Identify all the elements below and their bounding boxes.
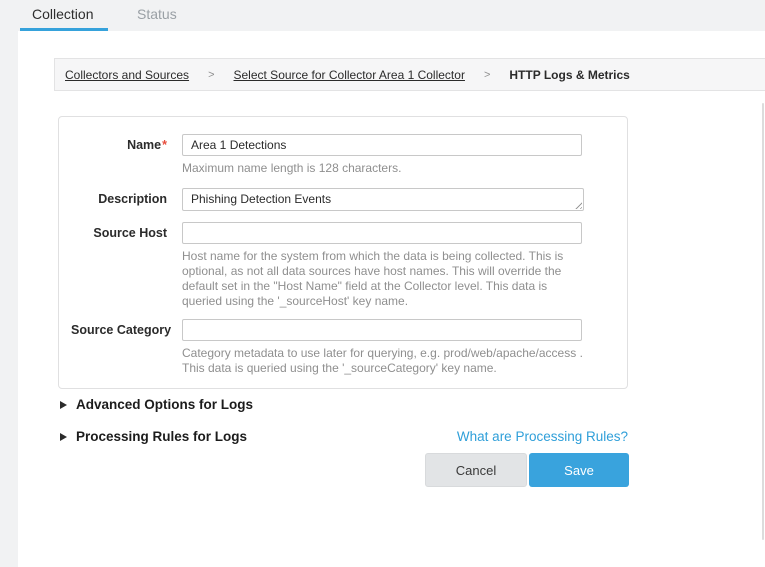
breadcrumb-collectors-and-sources[interactable]: Collectors and Sources [65,68,189,82]
processing-rules-title: Processing Rules for Logs [76,429,247,444]
breadcrumb-separator: > [208,69,214,81]
vertical-scrollbar[interactable] [762,103,764,540]
description-field-column: Phishing Detection Events [182,188,584,211]
chevron-right-icon [60,401,67,409]
name-label-text: Name [127,138,161,152]
advanced-options-section-toggle[interactable]: Advanced Options for Logs [60,397,253,412]
source-category-label: Source Category [71,319,167,376]
description-label: Description [71,188,167,211]
description-textarea[interactable]: Phishing Detection Events [182,188,584,211]
source-config-page: Collection Status Collectors and Sources… [0,0,765,567]
description-row: Description Phishing Detection Events [71,188,627,211]
description-textarea-wrap: Phishing Detection Events [182,188,584,211]
source-host-row: Source Host Host name for the system fro… [71,222,627,309]
name-label: Name* [71,134,167,176]
tab-bar: Collection Status [0,0,765,31]
breadcrumb-select-source[interactable]: Select Source for Collector Area 1 Colle… [234,68,465,82]
source-category-field-column: Category metadata to use later for query… [182,319,584,376]
tab-collection[interactable]: Collection [32,6,93,22]
breadcrumb-current-http-logs: HTTP Logs & Metrics [509,68,629,82]
chevron-right-icon [60,433,67,441]
source-form-card: Name* Maximum name length is 128 charact… [58,116,628,389]
name-input[interactable] [182,134,582,156]
source-category-row: Source Category Category metadata to use… [71,319,627,376]
name-row: Name* Maximum name length is 128 charact… [71,134,627,176]
source-host-helper-text: Host name for the system from which the … [182,249,584,309]
name-helper-text: Maximum name length is 128 characters. [182,161,584,176]
processing-rules-section-toggle[interactable]: Processing Rules for Logs [60,429,247,444]
source-category-helper-text: Category metadata to use later for query… [182,346,584,376]
breadcrumb: Collectors and Sources > Select Source f… [54,58,765,91]
required-asterisk: * [162,138,167,152]
source-category-input[interactable] [182,319,582,341]
tab-status[interactable]: Status [137,6,177,22]
source-host-field-column: Host name for the system from which the … [182,222,584,309]
advanced-options-title: Advanced Options for Logs [76,397,253,412]
name-field-column: Maximum name length is 128 characters. [182,134,584,176]
active-tab-underline [20,28,108,31]
cancel-button[interactable]: Cancel [425,453,527,487]
what-are-processing-rules-link[interactable]: What are Processing Rules? [457,429,628,444]
source-host-label: Source Host [71,222,167,309]
source-host-input[interactable] [182,222,582,244]
save-button[interactable]: Save [529,453,629,487]
breadcrumb-separator: > [484,69,490,81]
